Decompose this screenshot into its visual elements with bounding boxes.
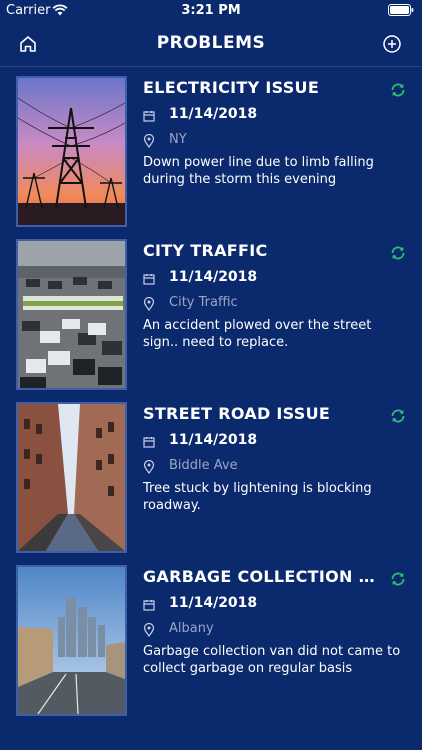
problem-location: Biddle Ave: [169, 458, 238, 473]
battery-icon: [388, 4, 414, 16]
status-time: 3:21 PM: [181, 3, 241, 18]
sync-icon[interactable]: [389, 81, 407, 99]
problem-description: Down power line due to limb falling duri…: [143, 155, 374, 187]
problem-title: CITY TRAFFIC: [143, 241, 268, 260]
calendar-icon: [143, 274, 155, 285]
problem-date: 11/14/2018: [169, 432, 258, 448]
sync-icon[interactable]: [389, 244, 407, 262]
problem-location: NY: [169, 132, 187, 147]
problem-card[interactable]: STREET ROAD ISSUE 11/14/2018 Biddle Ave …: [0, 392, 422, 555]
problem-location: City Traffic: [169, 295, 238, 310]
problem-card[interactable]: GARBAGE COLLECTION I... 11/14/2018 Alban…: [0, 555, 422, 718]
problem-date: 11/14/2018: [169, 269, 258, 285]
problem-description: An accident plowed over the street sign.…: [143, 318, 372, 350]
calendar-icon: [143, 437, 155, 448]
calendar-icon: [143, 111, 155, 122]
problem-date: 11/14/2018: [169, 595, 258, 611]
add-problem-button[interactable]: [380, 32, 404, 56]
problem-title: STREET ROAD ISSUE: [143, 404, 331, 423]
sync-icon[interactable]: [389, 407, 407, 425]
problem-photo: [16, 239, 127, 390]
location-pin-icon: [143, 297, 155, 311]
problem-photo: [16, 565, 127, 716]
problem-title: ELECTRICITY ISSUE: [143, 78, 320, 97]
page-title: PROBLEMS: [156, 33, 266, 53]
problem-location: Albany: [169, 621, 214, 636]
problem-description: Garbage collection van did not came to c…: [143, 644, 401, 676]
nav-bar: PROBLEMS: [0, 22, 422, 66]
location-pin-icon: [143, 460, 155, 474]
problem-card[interactable]: CITY TRAFFIC 11/14/2018 City Traffic An …: [0, 229, 422, 392]
problem-photo: [16, 402, 127, 553]
problem-date: 11/14/2018: [169, 106, 258, 122]
problem-card[interactable]: ELECTRICITY ISSUE 11/14/2018 NY Down pow…: [0, 66, 422, 229]
add-circle-icon: [383, 35, 401, 53]
status-bar: Carrier 3:21 PM: [0, 0, 422, 22]
sync-icon[interactable]: [389, 570, 407, 588]
problem-photo: [16, 76, 127, 227]
calendar-icon: [143, 600, 155, 611]
problem-description: Tree stuck by lightening is blocking roa…: [143, 481, 372, 513]
location-pin-icon: [143, 134, 155, 148]
problem-title: GARBAGE COLLECTION I...: [143, 567, 375, 586]
location-pin-icon: [143, 623, 155, 637]
